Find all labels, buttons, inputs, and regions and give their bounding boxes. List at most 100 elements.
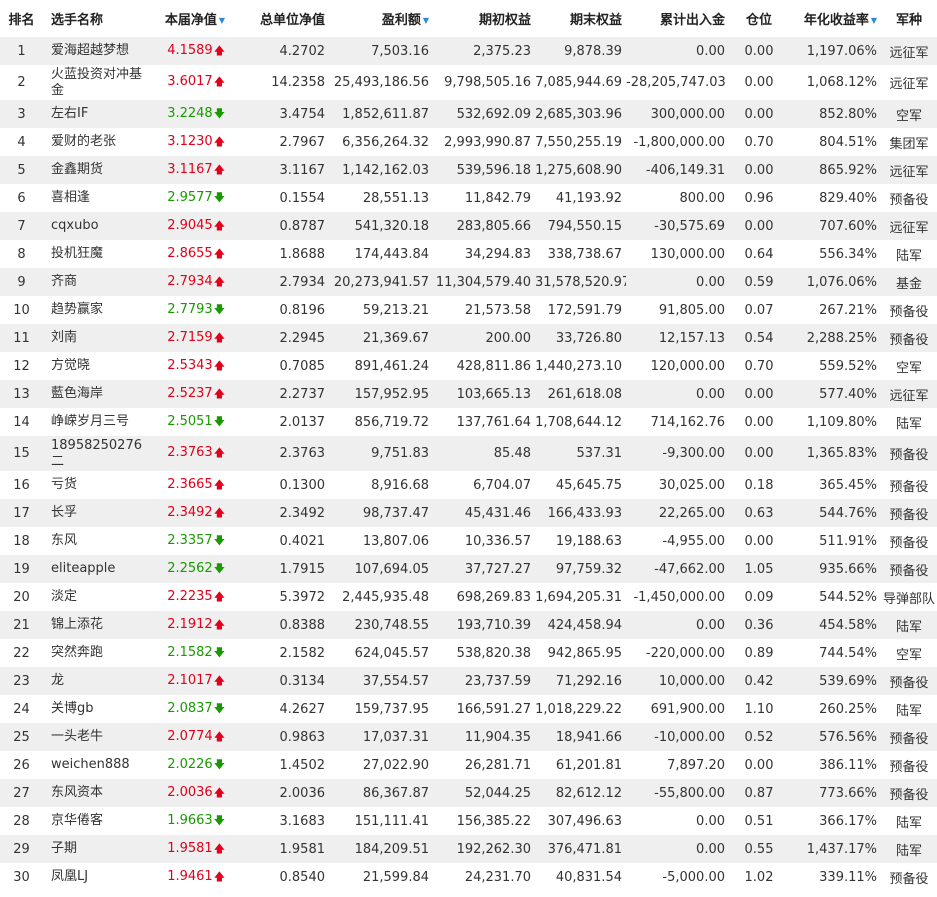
- player-name[interactable]: 子期: [43, 835, 147, 863]
- sort-down-icon[interactable]: ▼: [871, 16, 877, 25]
- position-cell: 0.00: [729, 408, 789, 436]
- table-row[interactable]: 8 投机狂魔 2.8655🡅 1.8688 174,443.84 34,294.83 338…: [0, 240, 937, 268]
- profit-cell: 21,599.84: [329, 863, 433, 891]
- player-name[interactable]: 峥嵘岁月三号: [43, 408, 147, 436]
- player-name[interactable]: cqxubo: [43, 212, 147, 240]
- header-name[interactable]: 选手名称: [43, 0, 147, 37]
- table-row[interactable]: 26 weichen888 2.0226🡇 1.4502 27,022.90 26,281…: [0, 751, 937, 779]
- player-name[interactable]: 关博gb: [43, 695, 147, 723]
- nav-value: 2.7934: [167, 273, 213, 289]
- table-row[interactable]: 4 爱财的老张 3.1230🡅 2.7967 6,356,264.32 2,993,990…: [0, 128, 937, 156]
- arrow-up-icon: 🡅: [213, 505, 225, 519]
- position-cell: 0.59: [729, 268, 789, 296]
- player-name[interactable]: 突然奔跑: [43, 639, 147, 667]
- arrow-up-icon: 🡅: [213, 134, 225, 148]
- player-name[interactable]: 火蓝投资对冲基金: [43, 65, 147, 100]
- table-row[interactable]: 23 龙 2.1017🡅 0.3134 37,554.57 23,737.59 71,292…: [0, 667, 937, 695]
- table-row[interactable]: 16 亏货 2.3665🡅 0.1300 8,916.68 6,704.07 45,645.…: [0, 471, 937, 499]
- nav-cell: 1.9581🡅: [147, 835, 229, 863]
- header-rank[interactable]: 排名: [0, 0, 43, 37]
- table-row[interactable]: 1 爱海超越梦想 4.1589🡅 4.2702 7,503.16 2,375.23 9,87…: [0, 37, 937, 65]
- player-name[interactable]: 一头老牛: [43, 723, 147, 751]
- table-row[interactable]: 9 齐商 2.7934🡅 2.7934 20,273,941.57 11,304,579.…: [0, 268, 937, 296]
- army-cell: 预备役: [881, 667, 937, 695]
- table-row[interactable]: 10 趋势赢家 2.7793🡇 0.8196 59,213.21 21,573.58 172…: [0, 296, 937, 324]
- player-name[interactable]: 东风: [43, 527, 147, 555]
- table-row[interactable]: 25 一头老牛 2.0774🡅 0.9863 17,037.31 11,904.35 18,…: [0, 723, 937, 751]
- profit-cell: 20,273,941.57: [329, 268, 433, 296]
- header-end-equity[interactable]: 期末权益: [535, 0, 626, 37]
- player-name[interactable]: 方觉晓: [43, 352, 147, 380]
- net-flow-cell: 7,897.20: [626, 751, 729, 779]
- table-row[interactable]: 12 方觉晓 2.5343🡅 0.7085 891,461.24 428,811.86 1,…: [0, 352, 937, 380]
- player-name[interactable]: eliteapple: [43, 555, 147, 583]
- table-row[interactable]: 14 峥嵘岁月三号 2.5051🡇 2.0137 856,719.72 137,761.6…: [0, 408, 937, 436]
- end-equity-cell: 307,496.63: [535, 807, 626, 835]
- net-flow-cell: 0.00: [626, 807, 729, 835]
- table-row[interactable]: 21 锦上添花 2.1912🡅 0.8388 230,748.55 193,710.39 4…: [0, 611, 937, 639]
- army-cell: 预备役: [881, 723, 937, 751]
- nav-value: 2.3357: [167, 532, 213, 548]
- table-row[interactable]: 6 喜相逢 2.9577🡇 0.1554 28,551.13 11,842.79 41,19…: [0, 184, 937, 212]
- header-position[interactable]: 仓位: [729, 0, 789, 37]
- table-row[interactable]: 29 子期 1.9581🡅 1.9581 184,209.51 192,262.30 376…: [0, 835, 937, 863]
- table-row[interactable]: 2 火蓝投资对冲基金 3.6017🡅 14.2358 25,493,186.56 9,79…: [0, 65, 937, 100]
- player-name[interactable]: 爱财的老张: [43, 128, 147, 156]
- profit-cell: 891,461.24: [329, 352, 433, 380]
- net-flow-cell: -4,955.00: [626, 527, 729, 555]
- end-equity-cell: 1,708,644.12: [535, 408, 626, 436]
- table-row[interactable]: 13 藍色海岸 2.5237🡅 2.2737 157,952.95 103,665.13 2…: [0, 380, 937, 408]
- player-name[interactable]: 亏货: [43, 471, 147, 499]
- rank-cell: 8: [0, 240, 43, 268]
- table-row[interactable]: 27 东风资本 2.0036🡅 2.0036 86,367.87 52,044.25 82,…: [0, 779, 937, 807]
- player-name[interactable]: 藍色海岸: [43, 380, 147, 408]
- player-name[interactable]: 爱海超越梦想: [43, 37, 147, 65]
- sort-down-icon[interactable]: ▼: [423, 16, 429, 25]
- start-equity-cell: 6,704.07: [433, 471, 535, 499]
- table-row[interactable]: 11 刘南 2.7159🡅 2.2945 21,369.67 200.00 33,726.8…: [0, 324, 937, 352]
- player-name[interactable]: 金鑫期货: [43, 156, 147, 184]
- header-annual[interactable]: 年化收益率 ▼: [789, 0, 881, 37]
- nav-cell: 2.3357🡇: [147, 527, 229, 555]
- table-row[interactable]: 18 东风 2.3357🡇 0.4021 13,807.06 10,336.57 19,18…: [0, 527, 937, 555]
- player-name[interactable]: 凤凰LJ: [43, 863, 147, 891]
- table-row[interactable]: 7 cqxubo 2.9045🡅 0.8787 541,320.18 283,805.66…: [0, 212, 937, 240]
- table-row[interactable]: 17 长孚 2.3492🡅 2.3492 98,737.47 45,431.46 166,4…: [0, 499, 937, 527]
- sort-down-icon[interactable]: ▼: [219, 16, 225, 25]
- table-row[interactable]: 20 淡定 2.2235🡅 5.3972 2,445,935.48 698,269.83 1…: [0, 583, 937, 611]
- nav-cell: 1.9461🡅: [147, 863, 229, 891]
- arrow-up-icon: 🡅: [213, 162, 225, 176]
- player-name[interactable]: 趋势赢家: [43, 296, 147, 324]
- nav-cell: 2.0226🡇: [147, 751, 229, 779]
- player-name[interactable]: 投机狂魔: [43, 240, 147, 268]
- header-unit-nav[interactable]: 总单位净值: [229, 0, 329, 37]
- header-nav[interactable]: 本届净值 ▼: [147, 0, 229, 37]
- table-row[interactable]: 24 关博gb 2.0837🡇 4.2627 159,737.95 166,591.27 1…: [0, 695, 937, 723]
- header-army[interactable]: 军种: [881, 0, 937, 37]
- player-name[interactable]: 淡定: [43, 583, 147, 611]
- table-row[interactable]: 15 18958250276二 2.3763🡅 2.3763 9,751.83 85.48…: [0, 436, 937, 471]
- player-name[interactable]: weichen888: [43, 751, 147, 779]
- profit-cell: 2,445,935.48: [329, 583, 433, 611]
- header-start-equity[interactable]: 期初权益: [433, 0, 535, 37]
- header-profit[interactable]: 盈利额 ▼: [329, 0, 433, 37]
- table-row[interactable]: 30 凤凰LJ 1.9461🡅 0.8540 21,599.84 24,231.70 40,…: [0, 863, 937, 891]
- player-name[interactable]: 龙: [43, 667, 147, 695]
- army-cell: 陆军: [881, 695, 937, 723]
- table-row[interactable]: 19 eliteapple 2.2562🡇 1.7915 107,694.05 37,72…: [0, 555, 937, 583]
- table-row[interactable]: 28 京华倦客 1.9663🡇 3.1683 151,111.41 156,385.22 3…: [0, 807, 937, 835]
- player-name[interactable]: 东风资本: [43, 779, 147, 807]
- player-name[interactable]: 京华倦客: [43, 807, 147, 835]
- player-name[interactable]: 喜相逢: [43, 184, 147, 212]
- player-name[interactable]: 18958250276二: [43, 436, 147, 471]
- player-name[interactable]: 齐商: [43, 268, 147, 296]
- player-name[interactable]: 刘南: [43, 324, 147, 352]
- annual-return-cell: 1,197.06%: [789, 37, 881, 65]
- player-name[interactable]: 锦上添花: [43, 611, 147, 639]
- player-name[interactable]: 左右IF: [43, 100, 147, 128]
- header-net-flow[interactable]: 累计出入金: [626, 0, 729, 37]
- player-name[interactable]: 长孚: [43, 499, 147, 527]
- table-row[interactable]: 3 左右IF 3.2248🡇 3.4754 1,852,611.87 532,692.09…: [0, 100, 937, 128]
- table-row[interactable]: 5 金鑫期货 3.1167🡅 3.1167 1,142,162.03 539,596.18…: [0, 156, 937, 184]
- table-row[interactable]: 22 突然奔跑 2.1582🡇 2.1582 624,045.57 538,820.38 9…: [0, 639, 937, 667]
